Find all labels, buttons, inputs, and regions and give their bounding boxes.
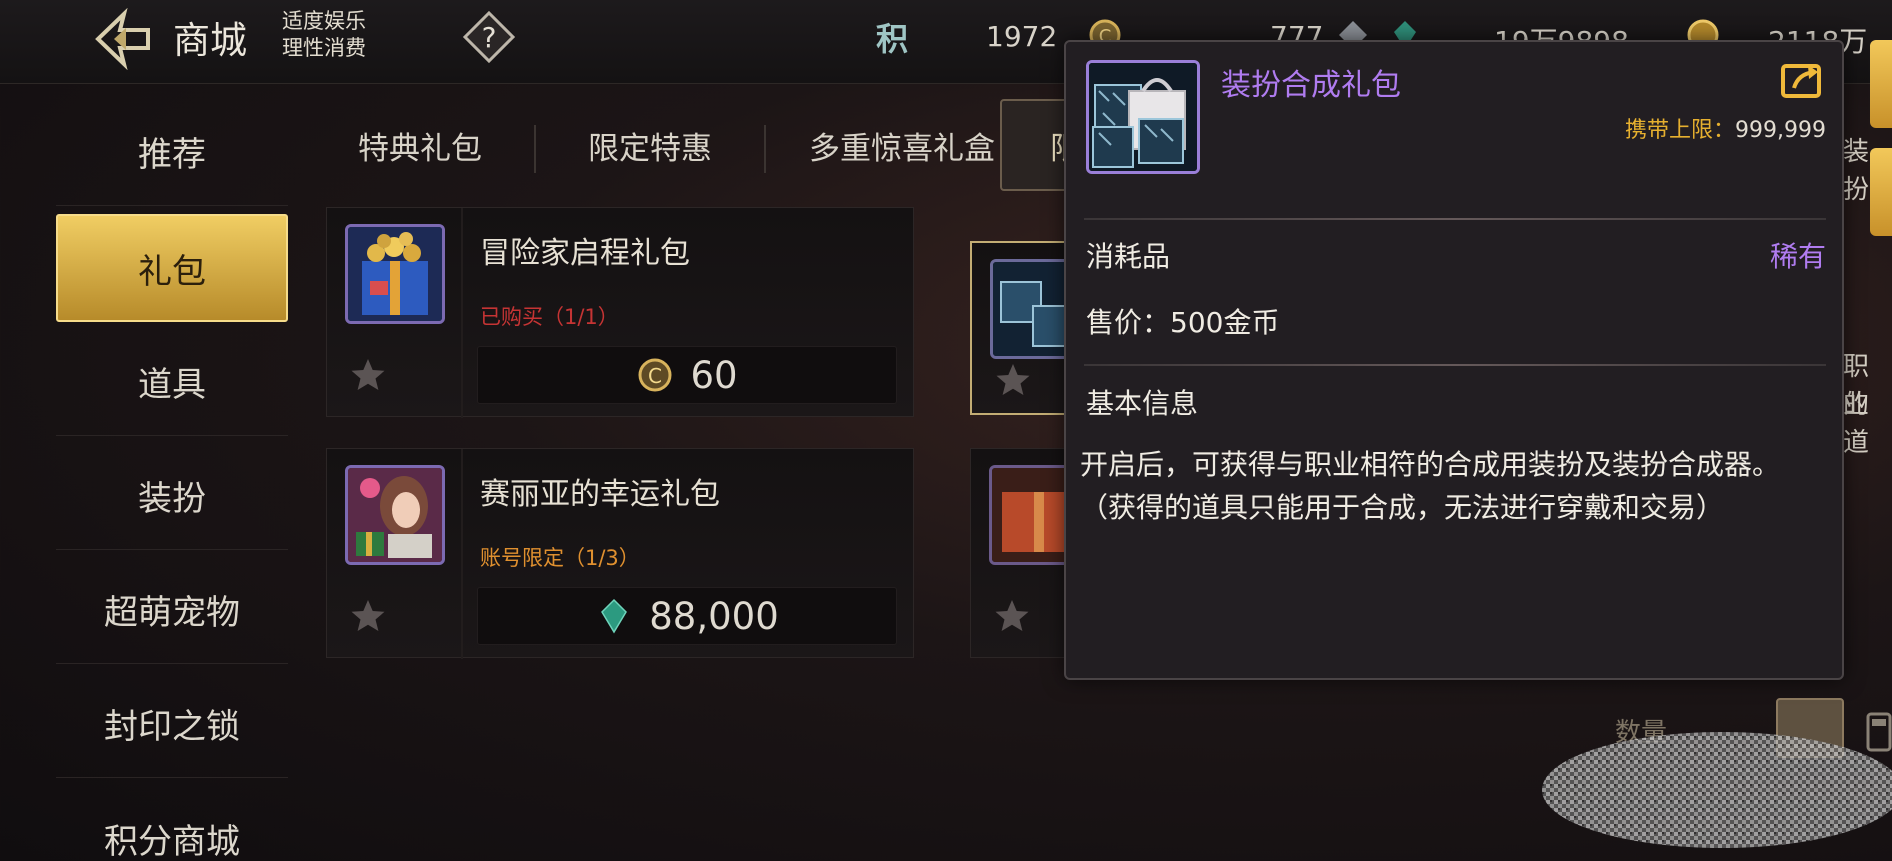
price-value: 88,000 — [649, 594, 779, 638]
divider — [1084, 218, 1826, 220]
page-title: 商城 — [173, 19, 247, 62]
gem-icon — [595, 597, 633, 635]
gift-box-icon — [345, 224, 445, 324]
sidebar-item-points-shop[interactable]: 积分商城 — [56, 784, 288, 861]
currency-gold-value: 1972 — [986, 20, 1058, 53]
points-label: 积 — [876, 20, 909, 58]
favorite-star-icon[interactable] — [349, 597, 387, 635]
card-divider — [461, 208, 463, 418]
edge-text-top: 装扮 — [1843, 137, 1870, 205]
tooltip-item-name: 装扮合成礼包 — [1221, 68, 1401, 103]
product-card-seria-lucky-pack[interactable]: 赛丽亚的幸运礼包 账号限定（1/3） 88,000 — [326, 448, 914, 659]
card-divider — [461, 449, 463, 659]
share-icon[interactable] — [1780, 60, 1824, 100]
gold-coin-icon: C — [636, 356, 674, 394]
item-description: 开启后，可获得与职业相符的合成用装扮及装扮合成器。（获得的道具只能用于合成，无法… — [1080, 448, 1781, 524]
tab-divider — [764, 125, 766, 173]
purchase-limit: 账号限定（1/3） — [480, 546, 640, 570]
svg-text:C: C — [648, 364, 662, 388]
favorite-star-icon[interactable] — [994, 361, 1032, 399]
carry-limit-label: 携带上限： — [1625, 118, 1736, 143]
item-sell-price: 售价：500金币 — [1086, 306, 1280, 339]
product-card-adventurer-pack[interactable]: 冒险家启程礼包 已购买（1/1） C 60 — [326, 207, 914, 418]
slogan-line-2: 理性消费 — [282, 36, 366, 60]
tab-surprise-box[interactable]: 多重惊喜礼盒 — [782, 95, 1022, 195]
slogan-line-1: 适度娱乐 — [282, 9, 366, 33]
sidebar-item-avatar[interactable]: 装扮 — [56, 442, 288, 550]
carry-limit: 携带上限：999,999 — [1625, 112, 1826, 144]
avatar-synthesis-pack-icon — [1086, 60, 1200, 174]
sidebar-item-pets[interactable]: 超萌宠物 — [56, 556, 288, 664]
back-arrow-icon[interactable] — [90, 7, 154, 71]
favorite-star-icon[interactable] — [349, 356, 387, 394]
item-rarity: 稀有 — [1769, 240, 1826, 273]
watermark-noise — [1522, 720, 1892, 850]
slogan: 适度娱乐 理性消费 — [282, 8, 366, 62]
edge-text-mid-2: 的道 — [1843, 390, 1870, 458]
product-name: 赛丽亚的幸运礼包 — [480, 477, 720, 512]
sidebar-item-recommend[interactable]: 推荐 — [56, 98, 288, 206]
seria-portrait-icon — [345, 465, 445, 565]
svg-text:?: ? — [482, 21, 497, 54]
product-name: 冒险家启程礼包 — [480, 236, 690, 271]
carry-limit-value: 999,999 — [1735, 118, 1826, 143]
section-title: 基本信息 — [1086, 387, 1199, 420]
tab-limited-deal[interactable]: 限定特惠 — [550, 95, 750, 195]
item-type: 消耗品 — [1086, 240, 1171, 273]
category-tabs: 特典礼包 限定特惠 多重惊喜礼盒 限 — [320, 95, 1090, 195]
sidebar-item-seal-lock[interactable]: 封印之锁 — [56, 670, 288, 778]
favorite-star-icon[interactable] — [993, 597, 1031, 635]
tab-special-pack[interactable]: 特典礼包 — [320, 95, 520, 195]
sidebar-item-items[interactable]: 道具 — [56, 328, 288, 436]
help-icon[interactable]: ? — [462, 10, 516, 64]
price-button[interactable]: 88,000 — [477, 587, 897, 645]
item-tooltip: 装扮合成礼包 携带上限：999,999 消耗品 稀有 售价：500金币 基本信息… — [1064, 40, 1844, 680]
divider — [1084, 364, 1826, 366]
price-button[interactable]: C 60 — [477, 346, 897, 404]
edge-gold-button[interactable] — [1870, 40, 1892, 128]
tab-divider — [534, 125, 536, 173]
purchase-limit: 已购买（1/1） — [480, 305, 619, 329]
sidebar: 推荐 礼包 道具 装扮 超萌宠物 封印之锁 积分商城 — [0, 84, 290, 861]
sidebar-item-giftpack[interactable]: 礼包 — [56, 214, 288, 322]
price-value: 60 — [690, 353, 738, 397]
